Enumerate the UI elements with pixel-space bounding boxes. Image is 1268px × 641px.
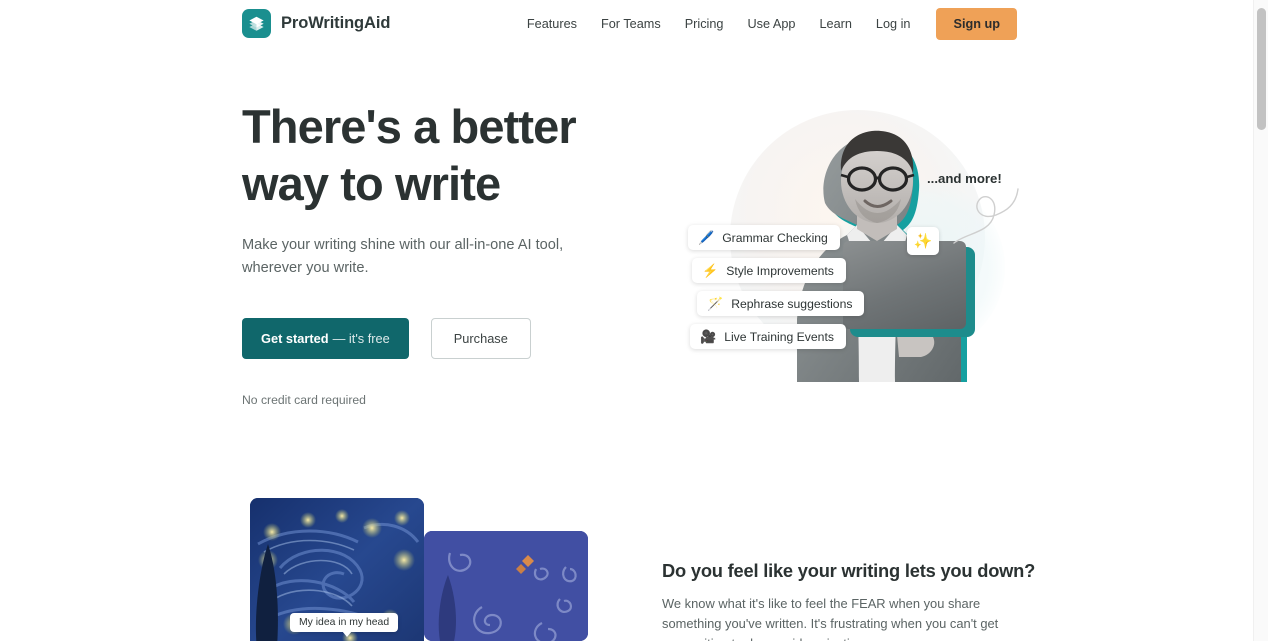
nav-item-features[interactable]: Features [515,10,589,38]
book-pages-icon [242,9,271,38]
page-root: ProWritingAid Features For Teams Pricing… [0,0,1268,641]
hero-illustration: ...and more! ✨ 🖊️ Grammar Checking ⚡ Sty… [655,85,1055,395]
callout-label: Live Training Events [724,329,834,344]
brand-logo[interactable]: ProWritingAid [242,9,390,38]
callout-rephrase-suggestions[interactable]: 🪄 Rephrase suggestions [697,291,865,316]
lower-section-copy: Do you feel like your writing lets you d… [662,560,1036,641]
get-started-button[interactable]: Get started — it's free [242,318,409,359]
callout-label: Rephrase suggestions [731,296,853,311]
nav-item-pricing[interactable]: Pricing [673,10,736,38]
no-credit-card-note: No credit card required [242,393,366,407]
movie-camera-icon: 🎥 [700,329,717,344]
simplified-drawing-image [424,531,588,641]
scrollbar-thumb[interactable] [1257,8,1266,130]
callout-live-training-events[interactable]: 🎥 Live Training Events [690,324,846,349]
hero-subtitle: Make your writing shine with our all-in-… [242,237,564,276]
sparkles-icon: ✨ [907,227,939,255]
magic-wand-icon: 🪄 [707,296,724,311]
hero-title: There's a better way to write [242,98,642,212]
get-started-label: Get started [261,331,329,346]
hero-title-line-2: way to write [242,157,501,210]
idea-tooltip: My idea in my head [290,613,399,637]
sign-up-button[interactable]: Sign up [936,8,1017,40]
lower-section-title: Do you feel like your writing lets you d… [662,560,1036,581]
callout-label: Style Improvements [726,263,834,278]
lightning-icon: ⚡ [702,263,719,278]
and-more-label: ...and more! [927,171,1002,186]
get-started-sublabel: — it's free [332,331,390,346]
nav-item-for-teams[interactable]: For Teams [589,10,673,38]
brand-name: ProWritingAid [281,14,391,32]
pen-icon: 🖊️ [698,230,715,245]
site-header: ProWritingAid Features For Teams Pricing… [0,0,1254,48]
callout-style-improvements[interactable]: ⚡ Style Improvements [692,258,846,283]
callout-grammar-checking[interactable]: 🖊️ Grammar Checking [688,225,840,250]
main-navigation: Features For Teams Pricing Use App Learn… [515,8,1017,40]
hero-title-line-1: There's a better [242,100,577,153]
nav-item-log-in[interactable]: Log in [864,10,923,38]
purchase-button[interactable]: Purchase [430,318,531,359]
lower-section-paragraph: We know what it's like to feel the FEAR … [662,596,999,641]
nav-item-use-app[interactable]: Use App [735,10,807,38]
feature-callouts: 🖊️ Grammar Checking ⚡ Style Improvements… [688,225,865,349]
callout-label: Grammar Checking [722,230,828,245]
nav-item-learn[interactable]: Learn [807,10,863,38]
page-scrollbar[interactable] [1253,0,1268,641]
hero-copy: There's a better way to write Make your … [242,98,642,407]
hero-actions: Get started — it's free Purchase [242,318,642,359]
